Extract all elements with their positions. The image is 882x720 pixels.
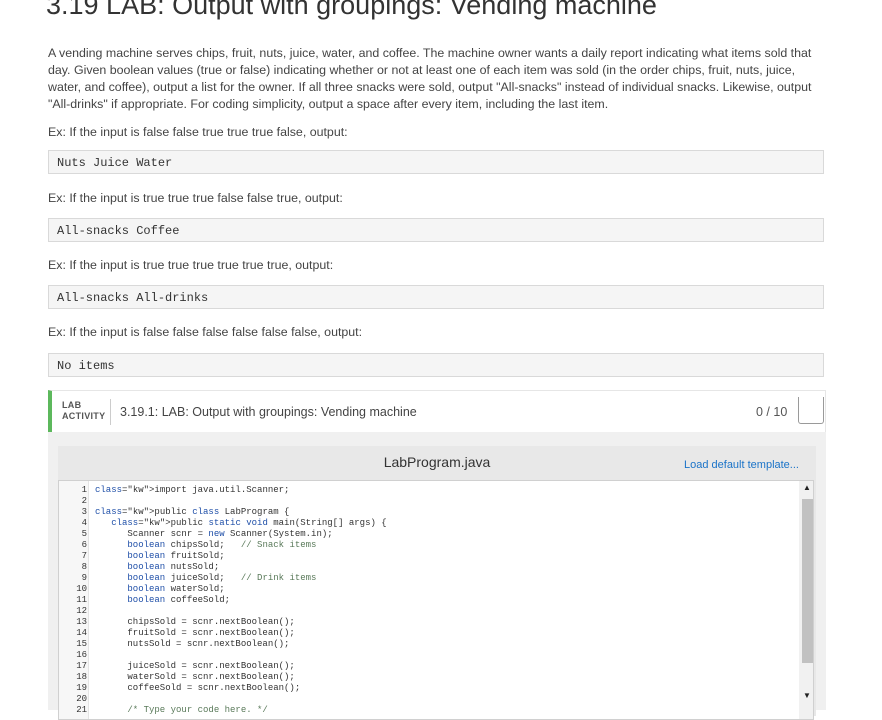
line-number: 6 (81, 540, 87, 550)
line-number: 1 (81, 485, 87, 495)
line-number: 20 (76, 694, 87, 704)
code-line: 3 class="kw">public class LabProgram { (59, 507, 290, 518)
example-4-label: Ex: If the input is false false false fa… (48, 325, 363, 339)
lab-activity-title: 3.19.1: LAB: Output with groupings: Vend… (120, 405, 417, 419)
line-code: juiceSold = scnr.nextBoolean(); (95, 661, 295, 671)
line-number: 16 (76, 650, 87, 660)
line-number: 3 (81, 507, 87, 517)
code-line: 19 coffeeSold = scnr.nextBoolean(); (59, 683, 300, 694)
scroll-down-arrow-icon[interactable]: ▼ (799, 689, 813, 703)
line-number: 19 (76, 683, 87, 693)
editor-scrollbar[interactable]: ▲ ▼ (799, 481, 813, 719)
code-line: 20 (59, 694, 87, 705)
line-code: Scanner scnr = new Scanner(System.in); (95, 529, 333, 539)
line-code: boolean waterSold; (127, 584, 225, 594)
example-3-label: Ex: If the input is true true true true … (48, 258, 334, 272)
lab-tag-line-1: LAB (62, 400, 82, 410)
code-line: 2 (59, 496, 87, 507)
line-number: 7 (81, 551, 87, 561)
lab-tag-line-2: ACTIVITY (62, 411, 106, 421)
lab-activity-tag: LAB ACTIVITY (62, 400, 105, 422)
line-code: nutsSold = scnr.nextBoolean(); (95, 639, 290, 649)
example-4-output: No items (48, 353, 824, 377)
line-number: 9 (81, 573, 87, 583)
line-number: 2 (81, 496, 87, 506)
line-number: 4 (81, 518, 87, 528)
line-number: 17 (76, 661, 87, 671)
line-code: class="kw">public static void main(Strin… (111, 518, 387, 528)
line-number: 14 (76, 628, 87, 638)
code-line: 15 nutsSold = scnr.nextBoolean(); (59, 639, 289, 650)
code-line: 12 (59, 606, 87, 617)
code-line: 10 boolean waterSold; (59, 584, 224, 595)
code-line: 9 boolean juiceSold; // Drink items (59, 573, 317, 584)
line-number: 8 (81, 562, 87, 572)
scroll-thumb[interactable] (802, 499, 813, 663)
code-line: 13 chipsSold = scnr.nextBoolean(); (59, 617, 295, 628)
example-2-output: All-snacks Coffee (48, 218, 824, 242)
line-number: 11 (76, 595, 87, 605)
example-3-output: All-snacks All-drinks (48, 285, 824, 309)
code-line: 18 waterSold = scnr.nextBoolean(); (59, 672, 295, 683)
code-editor[interactable]: 1 class="kw">import java.util.Scanner; 2 3 c… (58, 480, 814, 720)
line-number: 5 (81, 529, 87, 539)
example-2-label: Ex: If the input is true true true false… (48, 191, 343, 205)
lab-header-divider (110, 399, 111, 425)
lab-activity-header: LAB ACTIVITY 3.19.1: LAB: Output with gr… (48, 390, 826, 432)
line-code: fruitSold = scnr.nextBoolean(); (95, 628, 295, 638)
line-code: boolean fruitSold; (127, 551, 225, 561)
line-code: class="kw">import java.util.Scanner; (95, 485, 290, 495)
line-code: boolean nutsSold; (127, 562, 220, 572)
code-line: 16 (59, 650, 87, 661)
page-title: 3.19 LAB: Output with groupings: Vending… (46, 0, 657, 20)
line-code: chipsSold = scnr.nextBoolean(); (95, 617, 295, 627)
code-line: 6 boolean chipsSold; // Snack items (59, 540, 317, 551)
line-code: boolean coffeeSold; (127, 595, 231, 605)
line-code: boolean juiceSold; // Drink items (127, 573, 317, 583)
completion-check-icon (798, 397, 824, 424)
code-line: 17 juiceSold = scnr.nextBoolean(); (59, 661, 295, 672)
code-line: 1 class="kw">import java.util.Scanner; (59, 485, 290, 496)
line-number: 10 (76, 584, 87, 594)
example-1-output: Nuts Juice Water (48, 150, 824, 174)
line-code: boolean chipsSold; // Snack items (127, 540, 317, 550)
line-number: 13 (76, 617, 87, 627)
line-number: 15 (76, 639, 87, 649)
line-code: waterSold = scnr.nextBoolean(); (95, 672, 295, 682)
load-default-template-link[interactable]: Load default template... (684, 459, 799, 471)
line-code: class="kw">public class LabProgram { (95, 507, 290, 517)
line-number: 18 (76, 672, 87, 682)
code-line: 11 boolean coffeeSold; (59, 595, 230, 606)
scroll-up-arrow-icon[interactable]: ▲ (799, 481, 813, 495)
line-number: 12 (76, 606, 87, 616)
example-1-label: Ex: If the input is false false true tru… (48, 125, 348, 139)
code-editor-panel: LabProgram.java Load default template...… (58, 446, 816, 720)
line-code: coffeeSold = scnr.nextBoolean(); (95, 683, 301, 693)
lab-score: 0 / 10 (756, 405, 788, 419)
problem-description: A vending machine serves chips, fruit, n… (48, 46, 812, 111)
code-line: 7 boolean fruitSold; (59, 551, 225, 562)
code-line: 4 class="kw">public static void main(Str… (59, 518, 387, 529)
code-line: 5 Scanner scnr = new Scanner(System.in); (59, 529, 333, 540)
code-line: 8 boolean nutsSold; (59, 562, 220, 573)
code-line: 14 fruitSold = scnr.nextBoolean(); (59, 628, 295, 639)
